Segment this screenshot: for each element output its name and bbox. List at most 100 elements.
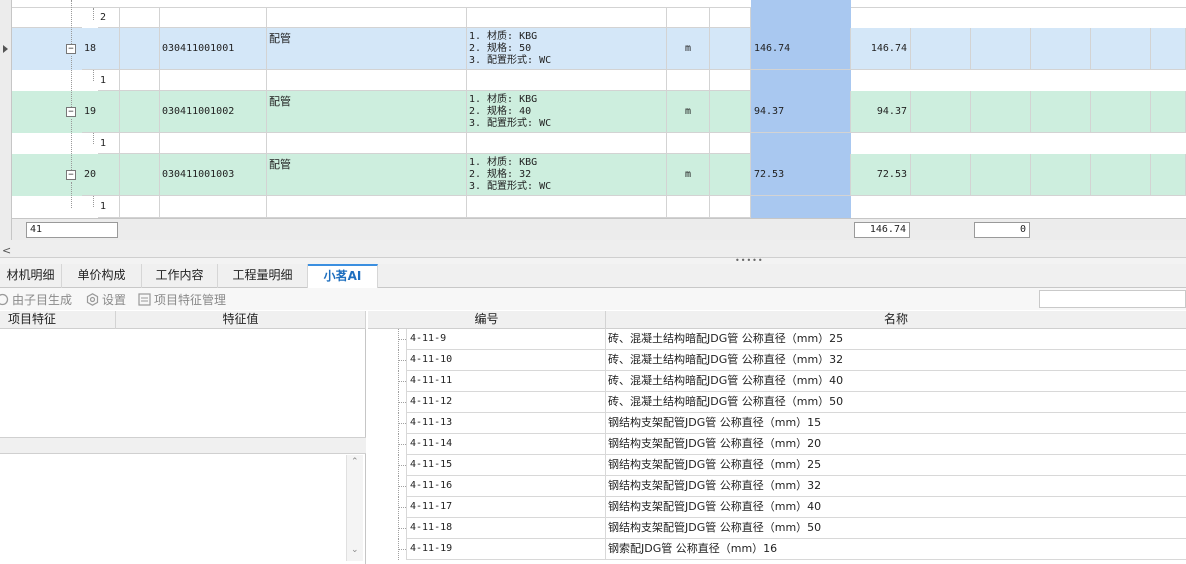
- quota-row[interactable]: 4-11-18 钢结构支架配管JDG管 公称直径（mm）50: [368, 518, 1186, 539]
- quota-row[interactable]: 4-11-10 砖、混凝土结构暗配JDG管 公称直径（mm）32: [368, 350, 1186, 371]
- unit-cell: m: [667, 28, 710, 70]
- quota-row[interactable]: 4-11-9 砖、混凝土结构暗配JDG管 公称直径（mm）25: [368, 329, 1186, 350]
- code-cell[interactable]: 030411001002: [160, 91, 267, 133]
- tree-line: [71, 56, 72, 107]
- col-feature-header[interactable]: 项目特征: [0, 311, 116, 329]
- splitter-grip-icon[interactable]: •••••: [735, 257, 764, 265]
- quota-name[interactable]: 砖、混凝土结构暗配JDG管 公称直径（mm）32: [606, 350, 1186, 371]
- tab-unit-price[interactable]: 单价构成: [62, 264, 142, 288]
- row-selector-gutter[interactable]: [0, 0, 12, 240]
- quantity-expression-cell[interactable]: 146.74: [751, 28, 851, 70]
- quota-row[interactable]: 4-11-14 钢结构支架配管JDG管 公称直径（mm）20: [368, 434, 1186, 455]
- quota-name[interactable]: 钢结构支架配管JDG管 公称直径（mm）15: [606, 413, 1186, 434]
- feature-cell[interactable]: 1. 材质: KBG 2. 规格: 50 3. 配置形式: WC: [467, 28, 667, 70]
- quota-code[interactable]: 4-11-14: [406, 434, 606, 455]
- tree-line: [71, 119, 72, 170]
- scroll-left-icon[interactable]: <: [2, 244, 11, 257]
- quota-code[interactable]: 4-11-11: [406, 371, 606, 392]
- tab-quantity-detail[interactable]: 工程量明细: [218, 264, 308, 288]
- quota-code[interactable]: 4-11-9: [406, 329, 606, 350]
- current-row-pointer-icon: [3, 45, 8, 53]
- table-row[interactable]: 1: [12, 133, 1186, 154]
- quota-row[interactable]: 4-11-16 钢结构支架配管JDG管 公称直径（mm）32: [368, 476, 1186, 497]
- quantity-cell: 94.37: [851, 91, 911, 133]
- detail-tabs: 材机明细 单价构成 工作内容 工程量明细 小茗AI: [0, 264, 1186, 288]
- col-value-header[interactable]: 特征值: [116, 311, 366, 329]
- table-row[interactable]: 1: [12, 196, 1186, 218]
- table-row-18[interactable]: 18 030411001001 配管 1. 材质: KBG 2. 规格: 50 …: [12, 28, 1186, 70]
- collapse-row-18-icon[interactable]: −: [66, 44, 76, 54]
- quota-name[interactable]: 砖、混凝土结构暗配JDG管 公称直径（mm）50: [606, 392, 1186, 413]
- tab-work-content[interactable]: 工作内容: [142, 264, 218, 288]
- quota-code[interactable]: 4-11-17: [406, 497, 606, 518]
- tree-line: [71, 0, 72, 44]
- seq-cell: 19: [82, 91, 120, 133]
- quota-code[interactable]: 4-11-15: [406, 455, 606, 476]
- quota-name[interactable]: 钢结构支架配管JDG管 公称直径（mm）32: [606, 476, 1186, 497]
- feature-cell[interactable]: 1. 材质: KBG 2. 规格: 32 3. 配置形式: WC: [467, 154, 667, 196]
- sub-generate-button[interactable]: 由子目生成: [0, 291, 72, 308]
- code-cell[interactable]: 030411001003: [160, 154, 267, 196]
- quota-row[interactable]: 4-11-12 砖、混凝土结构暗配JDG管 公称直径（mm）50: [368, 392, 1186, 413]
- tree-line: [398, 528, 406, 529]
- scroll-up-icon[interactable]: ⌃: [351, 457, 359, 467]
- document-icon: [138, 293, 151, 306]
- code-cell[interactable]: 030411001001: [160, 28, 267, 70]
- quota-code[interactable]: 4-11-12: [406, 392, 606, 413]
- table-row[interactable]: 1: [12, 70, 1186, 91]
- quota-name[interactable]: 钢索配JDG管 公称直径（mm）16: [606, 539, 1186, 560]
- quota-row[interactable]: 4-11-19 钢索配JDG管 公称直径（mm）16: [368, 539, 1186, 560]
- quantity-expression-cell[interactable]: 72.53: [751, 154, 851, 196]
- col-name-header[interactable]: 名称: [606, 311, 1186, 329]
- quantity-expression-cell[interactable]: 94.37: [751, 91, 851, 133]
- quota-code[interactable]: 4-11-18: [406, 518, 606, 539]
- total-quantity-field: 146.74: [854, 222, 910, 238]
- name-cell[interactable]: 配管: [267, 28, 467, 70]
- quota-code[interactable]: 4-11-10: [406, 350, 606, 371]
- col-code-header[interactable]: 编号: [368, 311, 606, 329]
- quota-name[interactable]: 砖、混凝土结构暗配JDG管 公称直径（mm）25: [606, 329, 1186, 350]
- quota-row[interactable]: 4-11-15 钢结构支架配管JDG管 公称直径（mm）25: [368, 455, 1186, 476]
- unit-cell: m: [667, 91, 710, 133]
- quota-name[interactable]: 钢结构支架配管JDG管 公称直径（mm）25: [606, 455, 1186, 476]
- grid-header-strip: [12, 0, 1186, 8]
- table-row-20[interactable]: 20 030411001003 配管 1. 材质: KBG 2. 规格: 32 …: [12, 154, 1186, 196]
- tree-line: [93, 133, 94, 144]
- feature-table-header: 项目特征 特征值: [0, 311, 366, 329]
- tree-line: [398, 423, 406, 424]
- quota-name[interactable]: 砖、混凝土结构暗配JDG管 公称直径（mm）40: [606, 371, 1186, 392]
- tab-xiaoming-ai[interactable]: 小茗AI: [308, 264, 378, 288]
- tree-line: [398, 339, 406, 340]
- quota-name[interactable]: 钢结构支架配管JDG管 公称直径（mm）40: [606, 497, 1186, 518]
- quantity-column-highlight: [751, 196, 851, 218]
- collapse-row-20-icon[interactable]: −: [66, 170, 76, 180]
- seq-cell: 20: [82, 154, 120, 196]
- settings-button[interactable]: 设置: [86, 291, 126, 308]
- quota-code[interactable]: 4-11-16: [406, 476, 606, 497]
- quota-row[interactable]: 4-11-13 钢结构支架配管JDG管 公称直径（mm）15: [368, 413, 1186, 434]
- quota-code[interactable]: 4-11-19: [406, 539, 606, 560]
- search-input[interactable]: [1039, 290, 1186, 308]
- quota-name[interactable]: 钢结构支架配管JDG管 公称直径（mm）50: [606, 518, 1186, 539]
- table-row-19[interactable]: 19 030411001002 配管 1. 材质: KBG 2. 规格: 40 …: [12, 91, 1186, 133]
- tree-line: [93, 70, 94, 81]
- quantity-column-highlight: [751, 70, 851, 91]
- grid-summary-row: 41 146.74 0: [12, 218, 1186, 240]
- name-cell[interactable]: 配管: [267, 91, 467, 133]
- zero-total-field: 0: [974, 222, 1030, 238]
- name-cell[interactable]: 配管: [267, 154, 467, 196]
- quota-row[interactable]: 4-11-11 砖、混凝土结构暗配JDG管 公称直径（mm）40: [368, 371, 1186, 392]
- tab-material-detail[interactable]: 材机明细: [0, 264, 62, 288]
- horizontal-scrollbar[interactable]: <: [0, 240, 1186, 258]
- feature-cell[interactable]: 1. 材质: KBG 2. 规格: 40 3. 配置形式: WC: [467, 91, 667, 133]
- collapse-row-19-icon[interactable]: −: [66, 107, 76, 117]
- quota-row[interactable]: 4-11-17 钢结构支架配管JDG管 公称直径（mm）40: [368, 497, 1186, 518]
- vertical-scrollbar[interactable]: ⌃ ⌄: [346, 455, 363, 561]
- feature-panel: 项目特征 特征值 ⌃ ⌄: [0, 311, 366, 564]
- quota-name[interactable]: 钢结构支架配管JDG管 公称直径（mm）20: [606, 434, 1186, 455]
- table-row[interactable]: 2: [12, 8, 1186, 28]
- gear-icon: [86, 293, 99, 306]
- scroll-down-icon[interactable]: ⌄: [351, 545, 359, 555]
- feature-manage-button[interactable]: 项目特征管理: [138, 291, 226, 308]
- quota-code[interactable]: 4-11-13: [406, 413, 606, 434]
